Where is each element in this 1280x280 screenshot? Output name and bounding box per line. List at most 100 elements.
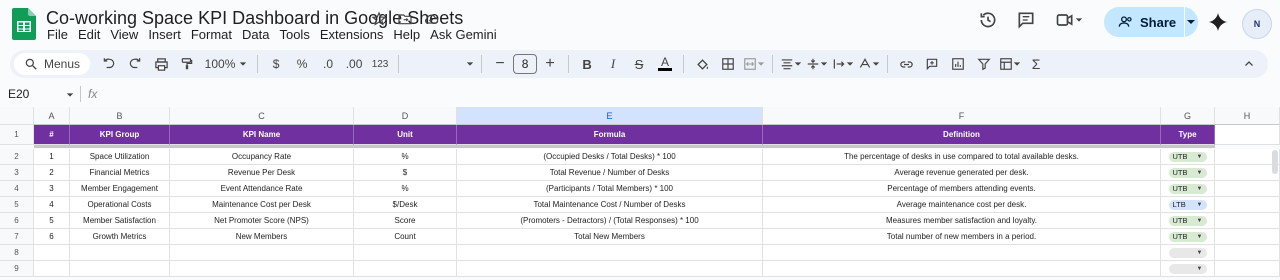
menu-data[interactable]: Data: [242, 27, 269, 42]
empty-cell[interactable]: [70, 245, 170, 261]
cloud-saved-icon[interactable]: [422, 10, 440, 28]
vertical-scrollbar[interactable]: [1272, 150, 1278, 174]
menu-help[interactable]: Help: [393, 27, 420, 42]
cell-definition[interactable]: Total number of new members in a period.: [763, 229, 1161, 245]
cell-type[interactable]: ▼: [1161, 261, 1215, 277]
star-icon[interactable]: [370, 10, 388, 28]
empty-cell[interactable]: [1215, 125, 1280, 145]
header-formula[interactable]: Formula: [457, 125, 763, 145]
empty-cell[interactable]: [457, 261, 763, 277]
horizontal-align-icon[interactable]: [780, 53, 802, 75]
italic-icon[interactable]: I: [602, 53, 624, 75]
column-header-d[interactable]: D: [354, 107, 457, 125]
cell-definition[interactable]: Average maintenance cost per desk.: [763, 197, 1161, 213]
insert-comment-icon[interactable]: [921, 53, 943, 75]
cell-type[interactable]: UTB ▼: [1161, 229, 1215, 245]
empty-cell[interactable]: [1215, 149, 1280, 165]
cell-kpi-group[interactable]: Operational Costs: [70, 197, 170, 213]
menu-edit[interactable]: Edit: [78, 27, 100, 42]
cell-number[interactable]: 4: [34, 197, 70, 213]
row-header-1[interactable]: 1: [0, 125, 34, 145]
font-size-input[interactable]: 8: [513, 54, 538, 74]
cell-formula[interactable]: Total Revenue / Number of Desks: [457, 165, 763, 181]
empty-cell[interactable]: [1215, 229, 1280, 245]
cell-formula[interactable]: (Participants / Total Members) * 100: [457, 181, 763, 197]
menu-tools[interactable]: Tools: [279, 27, 309, 42]
empty-cell[interactable]: [1215, 165, 1280, 181]
menu-format[interactable]: Format: [191, 27, 232, 42]
type-dropdown-chip[interactable]: UTB ▼: [1168, 183, 1207, 194]
cell-kpi-name[interactable]: Revenue Per Desk: [170, 165, 354, 181]
sheets-logo-icon[interactable]: [12, 8, 36, 40]
column-header-g[interactable]: G: [1161, 107, 1215, 125]
cell-number[interactable]: 1: [34, 149, 70, 165]
menu-file[interactable]: File: [47, 27, 68, 42]
column-header-c[interactable]: C: [170, 107, 354, 125]
empty-cell[interactable]: [1215, 213, 1280, 229]
header-kpi-group[interactable]: KPI Group: [70, 125, 170, 145]
cell-number[interactable]: 6: [34, 229, 70, 245]
font-size-decrease-icon[interactable]: −: [489, 53, 511, 75]
borders-icon[interactable]: [717, 53, 739, 75]
cell-kpi-group[interactable]: Financial Metrics: [70, 165, 170, 181]
row-header-6[interactable]: 6: [0, 213, 34, 229]
decrease-decimal-button[interactable]: .0: [317, 53, 339, 75]
merge-cells-icon[interactable]: [743, 53, 765, 75]
cell-formula[interactable]: Total Maintenance Cost / Number of Desks: [457, 197, 763, 213]
bold-icon[interactable]: B: [576, 53, 598, 75]
cell-type[interactable]: ▼: [1161, 245, 1215, 261]
empty-cell[interactable]: [1215, 181, 1280, 197]
share-dropdown-icon[interactable]: [1185, 17, 1198, 27]
type-dropdown-chip[interactable]: ▼: [1168, 247, 1207, 258]
empty-cell[interactable]: [763, 245, 1161, 261]
header-kpi-name[interactable]: KPI Name: [170, 125, 354, 145]
functions-icon[interactable]: Σ: [1025, 53, 1047, 75]
type-dropdown-chip[interactable]: UTB ▼: [1168, 167, 1207, 178]
cell-kpi-group[interactable]: Member Satisfaction: [70, 213, 170, 229]
cell-unit[interactable]: %: [354, 149, 457, 165]
frozen-row-divider[interactable]: [34, 145, 1215, 148]
empty-cell[interactable]: [1215, 261, 1280, 277]
cell-type[interactable]: UTB ▼: [1161, 149, 1215, 165]
type-dropdown-chip[interactable]: UTB ▼: [1168, 231, 1207, 242]
cell-definition[interactable]: Percentage of members attending events.: [763, 181, 1161, 197]
cell-number[interactable]: 5: [34, 213, 70, 229]
cell-kpi-group[interactable]: Member Engagement: [70, 181, 170, 197]
cell-kpi-group[interactable]: Growth Metrics: [70, 229, 170, 245]
row-header-9[interactable]: 9: [0, 261, 34, 277]
header-definition[interactable]: Definition: [763, 125, 1161, 145]
cell-type[interactable]: UTB ▼: [1161, 213, 1215, 229]
gemini-sparkle-icon[interactable]: [1208, 12, 1228, 37]
text-wrapping-icon[interactable]: [832, 53, 854, 75]
menu-view[interactable]: View: [110, 27, 138, 42]
text-rotation-icon[interactable]: [858, 53, 880, 75]
menu-extensions[interactable]: Extensions: [320, 27, 384, 42]
empty-cell[interactable]: [70, 261, 170, 277]
cell-type[interactable]: UTB ▼: [1161, 165, 1215, 181]
more-formats-button[interactable]: 123: [369, 53, 391, 75]
row-header-3[interactable]: 3: [0, 165, 34, 181]
empty-cell[interactable]: [457, 245, 763, 261]
type-dropdown-chip[interactable]: LTB ▼: [1168, 199, 1207, 210]
type-dropdown-chip[interactable]: ▼: [1168, 263, 1207, 274]
meet-video-icon[interactable]: [1052, 8, 1086, 32]
move-folder-icon[interactable]: [396, 10, 414, 28]
cell-definition[interactable]: Average revenue generated per desk.: [763, 165, 1161, 181]
header-number[interactable]: #: [34, 125, 70, 145]
cell-kpi-name[interactable]: Occupancy Rate: [170, 149, 354, 165]
cell-unit[interactable]: Score: [354, 213, 457, 229]
cell-kpi-name[interactable]: Event Attendance Rate: [170, 181, 354, 197]
header-unit[interactable]: Unit: [354, 125, 457, 145]
menu-ask-gemini[interactable]: Ask Gemini: [430, 27, 496, 42]
cell-kpi-group[interactable]: Space Utilization: [70, 149, 170, 165]
share-button[interactable]: Share: [1104, 7, 1198, 37]
cell-number[interactable]: 3: [34, 181, 70, 197]
strikethrough-icon[interactable]: S: [628, 53, 650, 75]
empty-cell[interactable]: [763, 261, 1161, 277]
cell-unit[interactable]: %: [354, 181, 457, 197]
text-color-icon[interactable]: A: [654, 53, 676, 75]
column-header-e[interactable]: E: [457, 107, 763, 125]
empty-cell[interactable]: [34, 261, 70, 277]
cell-formula[interactable]: (Occupied Desks / Total Desks) * 100: [457, 149, 763, 165]
row-header-4[interactable]: 4: [0, 181, 34, 197]
